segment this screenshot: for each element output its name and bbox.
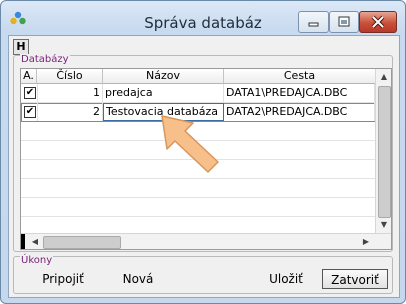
horizontal-scrollbar[interactable]: ◀ ▶ (21, 233, 391, 249)
active-checkbox[interactable]: ✔ (24, 87, 36, 99)
number-cell: 1 (37, 84, 103, 102)
close-dialog-button[interactable]: Zatvoriť (322, 269, 388, 289)
table-row[interactable]: ✔ 1 predajca DATA1\PREDAJCA.DBC (21, 84, 375, 103)
maximize-icon (338, 16, 350, 27)
empty-row (21, 198, 375, 217)
vertical-scroll-thumb[interactable] (378, 86, 391, 218)
scroll-down-arrow-icon[interactable]: ▼ (376, 217, 391, 233)
minimize-button[interactable] (298, 11, 329, 33)
active-cell[interactable]: ✔ (21, 84, 38, 102)
column-header-active[interactable]: A. (21, 69, 37, 84)
scroll-right-arrow-icon[interactable]: ▶ (358, 234, 374, 249)
close-button[interactable] (359, 11, 397, 33)
pointer-arrow-icon (161, 115, 219, 173)
name-cell: predajca (103, 84, 224, 102)
minimize-icon (308, 22, 319, 27)
actions-group: Úkony Pripojiť Nová Uložiť Zatvoriť (13, 255, 393, 294)
database-manager-window: Správa databáz H Databázy A. Číslo Názov… (0, 0, 406, 304)
databases-group-label: Databázy (20, 54, 70, 65)
maximize-button[interactable] (329, 11, 359, 33)
active-checkbox[interactable]: ✔ (24, 106, 36, 118)
path-cell: DATA1\PREDAJCA.DBC (224, 84, 375, 102)
column-header-number[interactable]: Číslo (37, 69, 103, 84)
save-button[interactable]: Uložiť (254, 269, 318, 289)
new-button[interactable]: Nová (108, 269, 168, 289)
number-cell: 2 (37, 103, 103, 121)
column-header-path[interactable]: Cesta (224, 69, 376, 84)
scroll-left-arrow-icon[interactable]: ◀ (27, 234, 43, 249)
scroll-up-arrow-icon[interactable]: ▲ (376, 69, 391, 85)
horizontal-scroll-thumb[interactable] (43, 236, 121, 249)
scroll-start-marker (21, 234, 25, 249)
title-bar: Správa databáz (1, 1, 405, 35)
active-cell[interactable]: ✔ (21, 103, 38, 121)
h-button[interactable]: H (13, 39, 29, 55)
vertical-scrollbar[interactable]: ▲ ▼ (375, 69, 391, 233)
connect-button[interactable]: Pripojiť (28, 269, 98, 289)
path-cell: DATA2\PREDAJCA.DBC (224, 103, 375, 121)
close-icon (371, 15, 385, 29)
actions-group-label: Úkony (20, 255, 54, 266)
empty-row (21, 179, 375, 198)
column-header-name[interactable]: Názov (103, 69, 224, 84)
